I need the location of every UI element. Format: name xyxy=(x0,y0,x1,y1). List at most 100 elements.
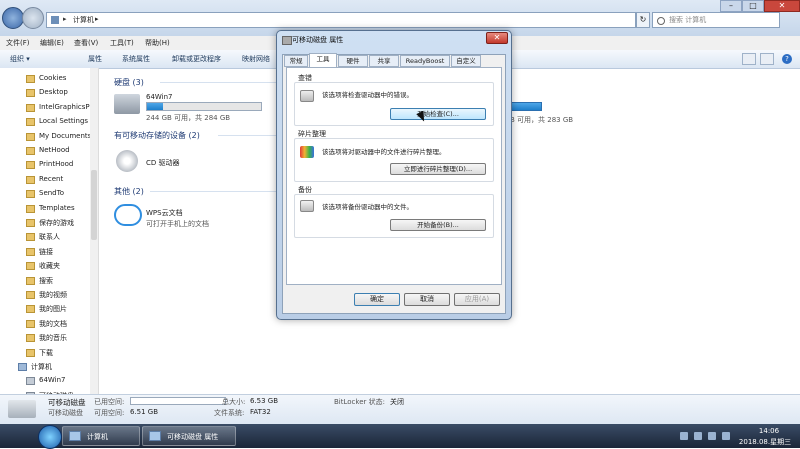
taskbar-label: 可移动磁盘 属性 xyxy=(167,433,219,441)
drive-name[interactable]: 64Win7 xyxy=(146,93,173,101)
sidebar-item[interactable]: 链接 xyxy=(0,245,98,259)
folder-icon xyxy=(26,276,35,285)
computer-icon xyxy=(69,431,81,441)
drive-usage-fill xyxy=(147,103,163,110)
sidebar-item[interactable]: 我的视频 xyxy=(0,288,98,302)
menu-file[interactable]: 文件(F) xyxy=(6,38,30,48)
menu-help[interactable]: 帮助(H) xyxy=(145,38,170,48)
close-button[interactable]: ✕ xyxy=(764,0,800,12)
preview-pane-button[interactable] xyxy=(760,53,774,65)
taskbar-properties-dialog[interactable]: 可移动磁盘 属性 xyxy=(142,426,236,446)
breadcrumb-location[interactable]: 计算机 xyxy=(73,15,94,25)
clock-time[interactable]: 14:06 xyxy=(738,427,800,435)
removable-disk-icon xyxy=(282,36,292,45)
network-icon[interactable] xyxy=(694,432,702,440)
error-check-description: 该选项将检查驱动器中的错误。 xyxy=(322,91,413,99)
map-network-button[interactable]: 映射网络 xyxy=(242,54,270,64)
folder-icon xyxy=(26,219,35,227)
menu-tools[interactable]: 工具(T) xyxy=(110,38,134,48)
folder-icon xyxy=(26,247,35,256)
help-icon[interactable]: ? xyxy=(782,54,792,64)
sidebar-item[interactable]: NetHood xyxy=(0,144,98,158)
clock-date[interactable]: 2018.08.星期三 xyxy=(730,437,800,447)
sidebar-item-label: PrintHood xyxy=(39,160,74,169)
sidebar-item[interactable]: 我的图片 xyxy=(0,302,98,316)
flag-icon[interactable] xyxy=(708,432,716,440)
sidebar-item[interactable]: Recent xyxy=(0,173,98,187)
sidebar-item[interactable]: PrintHood xyxy=(0,158,98,172)
sidebar-item[interactable]: 下载 xyxy=(0,346,98,360)
forward-button[interactable] xyxy=(22,7,44,29)
ok-button[interactable]: 确定 xyxy=(354,293,400,306)
used-space-bar xyxy=(130,397,226,405)
group-hard-disks[interactable]: 硬盘 (3) xyxy=(114,77,144,88)
sidebar-item[interactable]: 保存的游戏 xyxy=(0,216,98,230)
organize-button[interactable]: 组织 ▾ xyxy=(10,54,30,64)
defrag-now-button[interactable]: 立即进行碎片整理(D)... xyxy=(390,163,486,175)
sidebar-item[interactable]: Templates xyxy=(0,202,98,216)
tab-readyboost[interactable]: ReadyBoost xyxy=(400,55,450,67)
sidebar-item[interactable]: Desktop xyxy=(0,86,98,100)
back-button[interactable] xyxy=(2,7,24,29)
sidebar-item[interactable]: 联系人 xyxy=(0,230,98,244)
group-divider xyxy=(160,82,276,83)
uninstall-program-button[interactable]: 卸载或更改程序 xyxy=(172,54,221,64)
menu-view[interactable]: 查看(V) xyxy=(74,38,98,48)
sidebar-item[interactable]: IntelGraphicsP xyxy=(0,101,98,115)
sidebar-item-label: 下载 xyxy=(39,348,53,357)
minimize-button[interactable]: – xyxy=(720,0,742,12)
folder-icon xyxy=(26,118,35,127)
sidebar-item[interactable]: 64Win7 xyxy=(0,374,98,388)
start-button[interactable] xyxy=(38,425,62,449)
tray-arrow-icon[interactable] xyxy=(680,432,688,440)
hard-disk-icon xyxy=(114,94,140,114)
wps-label[interactable]: WPS云文档 xyxy=(146,208,183,218)
defrag-icon xyxy=(300,146,314,158)
menu-edit[interactable]: 编辑(E) xyxy=(40,38,64,48)
properties-button[interactable]: 属性 xyxy=(88,54,102,64)
volume-icon[interactable] xyxy=(722,432,730,440)
view-options-button[interactable] xyxy=(742,53,756,65)
apply-button[interactable]: 应用(A) xyxy=(454,293,500,306)
breadcrumb-chevron-icon[interactable]: ▸ xyxy=(63,15,67,23)
sidebar-item[interactable]: 我的文档 xyxy=(0,317,98,331)
maximize-button[interactable]: □ xyxy=(742,0,764,12)
tab-customize[interactable]: 自定义 xyxy=(451,55,481,67)
system-properties-button[interactable]: 系统属性 xyxy=(122,54,150,64)
folder-icon xyxy=(26,348,35,357)
tab-sharing[interactable]: 共享 xyxy=(369,55,399,67)
sidebar-item[interactable]: Local Settings xyxy=(0,115,98,129)
group-removable-devices[interactable]: 有可移动存储的设备 (2) xyxy=(114,130,200,141)
bitlocker-label: BitLocker 状态: xyxy=(334,398,385,406)
sidebar-item[interactable]: Cookies xyxy=(0,72,98,86)
sidebar-item[interactable]: 收藏夹 xyxy=(0,259,98,273)
sidebar-item[interactable]: 我的音乐 xyxy=(0,331,98,345)
search-input[interactable]: 搜索 计算机 xyxy=(652,12,780,28)
folder-icon xyxy=(26,262,35,271)
sidebar-item-label: 我的视频 xyxy=(39,291,67,299)
tab-tools[interactable]: 工具 xyxy=(309,53,337,68)
folder-icon xyxy=(26,291,35,299)
sidebar-item[interactable]: SendTo xyxy=(0,187,98,201)
taskbar-computer[interactable]: 计算机 xyxy=(62,426,140,446)
navigation-scrollbar-thumb[interactable] xyxy=(91,170,97,240)
tab-hardware[interactable]: 硬件 xyxy=(338,55,368,67)
cd-drive-label[interactable]: CD 驱动器 xyxy=(146,158,180,168)
dialog-close-button[interactable]: ✕ xyxy=(486,32,508,44)
sidebar-item[interactable]: My Documents xyxy=(0,130,98,144)
details-type: 可移动磁盘 xyxy=(48,409,83,417)
group-other[interactable]: 其他 (2) xyxy=(114,186,144,197)
cancel-button[interactable]: 取消 xyxy=(404,293,450,306)
refresh-button[interactable]: ↻ xyxy=(636,12,650,28)
breadcrumb-chevron-icon[interactable]: ▸ xyxy=(95,15,99,23)
sidebar-item[interactable]: 搜索 xyxy=(0,274,98,288)
address-bar[interactable]: ▸ 计算机 ▸ xyxy=(46,12,636,28)
check-now-button[interactable]: 开始检查(C)... xyxy=(390,108,486,120)
cd-drive-icon xyxy=(116,150,138,172)
sidebar-item-label: Local Settings xyxy=(39,117,89,126)
tab-general[interactable]: 常规 xyxy=(284,55,308,67)
sidebar-item[interactable]: 计算机 xyxy=(0,360,98,374)
drive-check-icon xyxy=(300,90,314,102)
backup-now-button[interactable]: 开始备份(B)... xyxy=(390,219,486,231)
drive-usage-bar xyxy=(146,102,262,111)
